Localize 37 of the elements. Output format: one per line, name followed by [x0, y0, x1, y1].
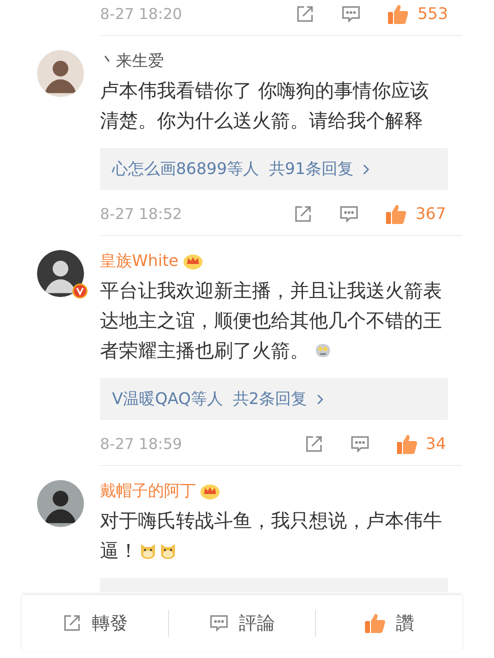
- replies-bar[interactable]: V温暖QAQ等人 共2条回复: [100, 378, 448, 420]
- comment-text: 对于嗨氏转战斗鱼，我只想说，卢本伟牛逼！: [100, 509, 443, 564]
- share-icon[interactable]: [293, 204, 314, 224]
- thumbs-up-icon[interactable]: [364, 612, 386, 634]
- reply-count[interactable]: 共2条回复: [232, 387, 307, 411]
- username[interactable]: 戴帽子的阿丁: [100, 479, 196, 503]
- comment-button[interactable]: 評論: [209, 610, 275, 636]
- thumbs-up-icon[interactable]: [387, 3, 410, 25]
- share-icon[interactable]: [295, 4, 316, 24]
- comment-icon[interactable]: [350, 434, 370, 454]
- comment-icon[interactable]: [341, 4, 362, 24]
- comment-icon[interactable]: [339, 204, 360, 224]
- like-button[interactable]: 553: [387, 2, 448, 26]
- repost-button[interactable]: 轉發: [62, 610, 128, 636]
- reply-users[interactable]: V温暖QAQ等人: [112, 387, 223, 411]
- thumbs-up-icon[interactable]: [396, 433, 418, 455]
- share-icon[interactable]: [62, 613, 82, 633]
- crown-icon: [200, 482, 220, 500]
- like-button[interactable]: 34: [396, 432, 446, 456]
- replies-bar[interactable]: 心怎么画86899等人 共91条回复: [100, 148, 448, 190]
- reply-users[interactable]: 心怎么画86899等人: [112, 157, 259, 181]
- comment-text: 卢本伟我看错你了 你嗨狗的事情你应该清楚。你为什么送火箭。请给我个解释: [100, 79, 430, 134]
- share-icon[interactable]: [304, 434, 324, 454]
- like-button[interactable]: 讚: [364, 610, 414, 636]
- like-button[interactable]: 367: [385, 202, 446, 226]
- crown-icon: [182, 252, 203, 270]
- username[interactable]: 皇族White: [100, 249, 179, 273]
- comment-text: 平台让我欢迎新主播，并且让我送火箭表达地主之谊，顺便也给其他几个不错的王者荣耀主播也刷了火箭。: [100, 279, 443, 364]
- chevron-right-icon: [316, 394, 324, 404]
- timestamp: 8-27 18:59: [100, 434, 182, 455]
- username[interactable]: 丶来生爱: [100, 49, 164, 73]
- comment-icon[interactable]: [209, 613, 229, 633]
- reply-count[interactable]: 共91条回复: [268, 157, 354, 181]
- chevron-right-icon: [363, 164, 370, 174]
- timestamp: 8-27 18:52: [100, 204, 182, 225]
- timestamp: 8-27 18:20: [100, 4, 182, 25]
- thumbs-up-icon[interactable]: [385, 203, 408, 225]
